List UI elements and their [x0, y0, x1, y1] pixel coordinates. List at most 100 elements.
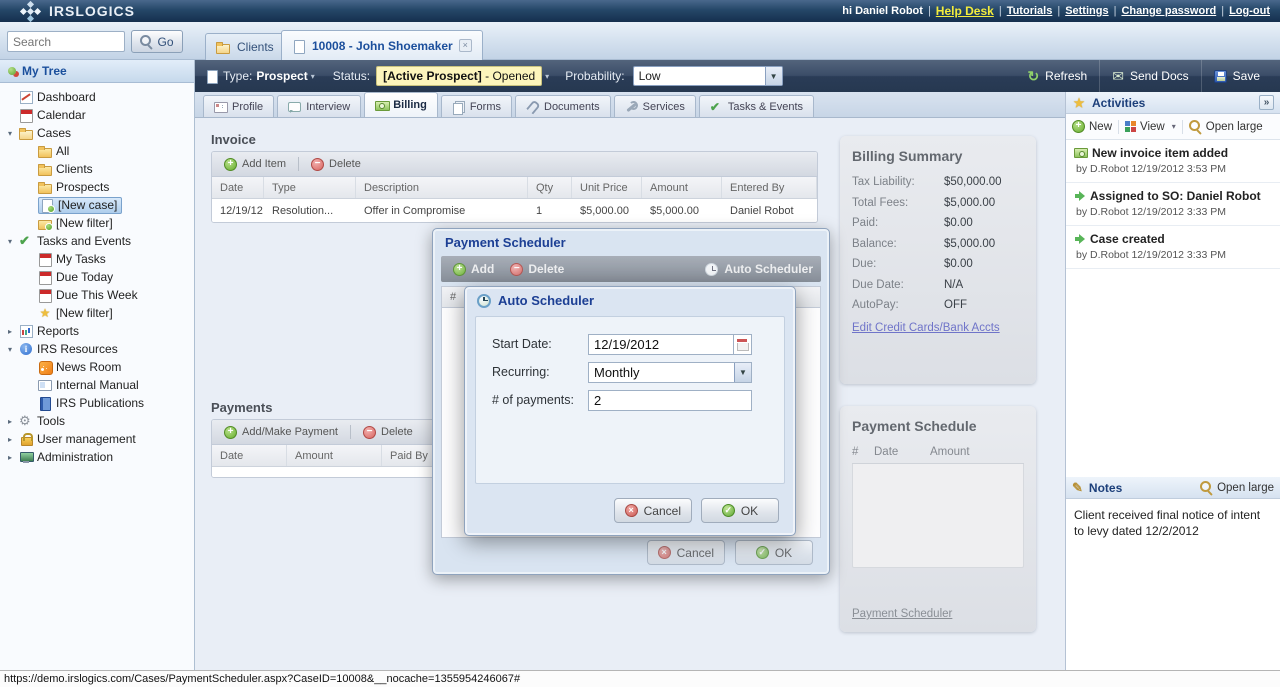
expander-closed-icon[interactable]: [8, 453, 19, 462]
recurring-select[interactable]: Monthly: [588, 361, 752, 383]
tutorials-link[interactable]: Tutorials: [1007, 5, 1053, 17]
sidebar-item-due-today[interactable]: Due Today: [0, 268, 194, 286]
sidebar-item-cases[interactable]: Cases: [0, 124, 194, 142]
case-toolbar: Type: Prospect ▾ Status: [Active Prospec…: [195, 60, 1280, 92]
invoice-header-row: Date Type Description Qty Unit Price Amo…: [212, 177, 817, 199]
change-password-link[interactable]: Change password: [1121, 5, 1216, 17]
open-large-activities-button[interactable]: Open large: [1188, 120, 1263, 133]
delete-label: Delete: [528, 262, 565, 276]
sidebar-item-dashboard[interactable]: Dashboard: [0, 88, 194, 106]
sidebar-item-calendar[interactable]: Calendar: [0, 106, 194, 124]
cancel-button[interactable]: Cancel: [646, 540, 725, 565]
expander-closed-icon[interactable]: [8, 417, 19, 426]
settings-link[interactable]: Settings: [1065, 5, 1108, 17]
expander-open-icon[interactable]: [8, 345, 19, 354]
col-unit-price[interactable]: Unit Price: [572, 177, 642, 198]
add-make-payment-button[interactable]: Add/Make Payment: [220, 425, 342, 439]
tab-tasks-events[interactable]: Tasks & Events: [698, 95, 815, 117]
tab-documents[interactable]: Documents: [515, 95, 611, 117]
activity-item[interactable]: Case created by D.Robot 12/19/2012 3:33 …: [1066, 226, 1280, 269]
sidebar-item-tools[interactable]: Tools: [0, 412, 194, 430]
cancel-label: Cancel: [643, 503, 681, 518]
tab-case-10008[interactable]: 10008 - John Shoemaker: [281, 30, 483, 60]
activity-item[interactable]: New invoice item added by D.Robot 12/19/…: [1066, 140, 1280, 183]
sidebar-item-administration[interactable]: Administration: [0, 448, 194, 466]
help-desk-link[interactable]: Help Desk: [936, 4, 994, 18]
sidebar-item-irs-resources[interactable]: IRS Resources: [0, 340, 194, 358]
activity-item[interactable]: Assigned to SO: Daniel Robot by D.Robot …: [1066, 183, 1280, 226]
notes-text-area[interactable]: Client received final notice of intent t…: [1066, 499, 1280, 670]
sidebar-item-new-case[interactable]: [New case]: [0, 196, 194, 214]
delete-item-button[interactable]: Delete: [307, 157, 365, 171]
type-value-dropdown[interactable]: Prospect: [256, 69, 307, 83]
sidebar-item-new-filter-cases[interactable]: [New filter]: [0, 214, 194, 232]
activity-title: Assigned to SO: Daniel Robot: [1090, 189, 1261, 203]
col-entered-by[interactable]: Entered By: [722, 177, 817, 198]
expander-open-icon[interactable]: [8, 129, 19, 138]
tab-profile[interactable]: Profile: [203, 95, 275, 117]
sidebar-item-all[interactable]: All: [0, 142, 194, 160]
save-icon: [1213, 69, 1227, 83]
sidebar-item-prospects[interactable]: Prospects: [0, 178, 194, 196]
collapse-panel-icon[interactable]: [1259, 95, 1274, 110]
logout-link[interactable]: Log-out: [1229, 5, 1270, 17]
col-amount[interactable]: Amount: [642, 177, 722, 198]
search-input[interactable]: [7, 31, 125, 52]
delete-schedule-button[interactable]: Delete: [506, 262, 568, 276]
sidebar-item-tasks-and-events[interactable]: Tasks and Events: [0, 232, 194, 250]
expander-open-icon[interactable]: [8, 237, 19, 246]
tab-forms[interactable]: Forms: [440, 95, 512, 117]
delete-payment-button[interactable]: Delete: [359, 425, 417, 439]
search-go-button[interactable]: Go: [131, 30, 183, 53]
new-activity-button[interactable]: New: [1072, 120, 1112, 133]
sidebar-item-due-this-week[interactable]: Due This Week: [0, 286, 194, 304]
add-item-button[interactable]: Add Item: [220, 157, 290, 171]
view-dropdown-button[interactable]: View ▾: [1125, 121, 1176, 133]
sidebar-item-my-tasks[interactable]: My Tasks: [0, 250, 194, 268]
payment-scheduler-link[interactable]: Payment Scheduler: [852, 608, 952, 620]
col-date[interactable]: Date: [212, 177, 264, 198]
auto-scheduler-button[interactable]: Auto Scheduler: [705, 262, 813, 276]
tab-clients[interactable]: Clients: [205, 33, 285, 60]
start-date-input[interactable]: [588, 333, 734, 355]
chevron-down-icon: [764, 67, 782, 85]
open-large-notes-button[interactable]: Open large: [1200, 481, 1274, 494]
sidebar-item-reports[interactable]: Reports: [0, 322, 194, 340]
send-docs-button[interactable]: Send Docs: [1099, 60, 1200, 92]
col-description[interactable]: Description: [356, 177, 528, 198]
sidebar-item-irs-publications[interactable]: IRS Publications: [0, 394, 194, 412]
sidebar-item-user-management[interactable]: User management: [0, 430, 194, 448]
tab-tasks-events-label: Tasks & Events: [727, 100, 804, 113]
ok-button[interactable]: OK: [701, 498, 779, 523]
expander-closed-icon[interactable]: [8, 435, 19, 444]
num-payments-input[interactable]: [588, 389, 752, 411]
tab-services[interactable]: Services: [613, 95, 696, 117]
add-schedule-button[interactable]: Add: [449, 262, 498, 276]
refresh-button[interactable]: Refresh: [1015, 60, 1099, 92]
sidebar-item-news-room[interactable]: News Room: [0, 358, 194, 376]
tab-interview[interactable]: Interview: [277, 95, 362, 117]
activity-meta: by D.Robot 12/19/2012 3:33 PM: [1076, 206, 1227, 218]
expander-closed-icon[interactable]: [8, 327, 19, 336]
status-value-dropdown[interactable]: [Active Prospect] - Opened: [376, 66, 543, 86]
value: $5,000.00: [944, 196, 996, 209]
edit-credit-cards-link[interactable]: Edit Credit Cards/Bank Accts: [852, 322, 1000, 334]
col-qty[interactable]: Qty: [528, 177, 572, 198]
sidebar-item-new-filter-tasks[interactable]: [New filter]: [0, 304, 194, 322]
value: $0.00: [944, 258, 973, 270]
col-type[interactable]: Type: [264, 177, 356, 198]
my-tree-title: My Tree: [22, 64, 67, 78]
col-date[interactable]: Date: [212, 445, 287, 466]
col-amount[interactable]: Amount: [287, 445, 382, 466]
value: OFF: [944, 299, 967, 311]
sidebar-item-internal-manual[interactable]: Internal Manual: [0, 376, 194, 394]
ok-button[interactable]: OK: [735, 540, 813, 565]
tab-billing[interactable]: Billing: [364, 92, 438, 117]
invoice-row[interactable]: 12/19/12 Resolution... Offer in Compromi…: [212, 199, 817, 222]
close-icon[interactable]: [458, 39, 472, 52]
sidebar-item-clients[interactable]: Clients: [0, 160, 194, 178]
save-button[interactable]: Save: [1200, 60, 1272, 92]
calendar-picker-icon[interactable]: [734, 333, 752, 355]
probability-select[interactable]: Low: [632, 66, 783, 86]
cancel-button[interactable]: Cancel: [613, 498, 692, 523]
